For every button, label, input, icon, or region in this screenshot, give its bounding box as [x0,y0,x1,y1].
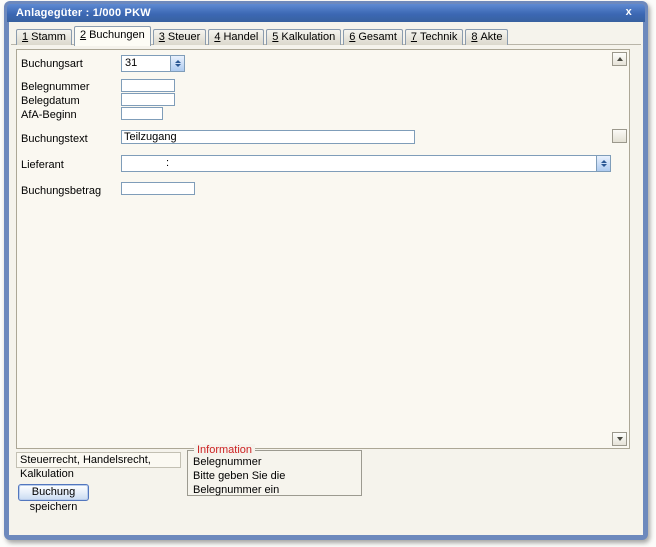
scope-status-text: Steuerrecht, Handelsrecht, Kalkulation [16,452,181,480]
save-booking-button[interactable]: Buchung speichern [18,484,89,513]
booking-form-panel: Buchungsart 31 Belegnummer Belegdatum Af… [16,49,630,449]
tab-accel: 7 [410,31,418,43]
belegdatum-input[interactable] [121,93,175,106]
title-bar: Anlagegüter : 1/000 PKW x [7,4,645,22]
vertical-scrollbar[interactable] [612,52,627,446]
information-groupbox: Information Belegnummer Bitte geben Sie … [187,444,362,496]
tab-accel: 3 [158,31,165,43]
tab-buchungen[interactable]: 2 Buchungen [73,26,151,46]
buchungstext-label: Buchungstext [21,133,88,145]
lieferant-value: : [166,157,170,169]
buchungsart-value: 31 [125,57,138,69]
tab-kalkulation[interactable]: 5 Kalkulation [266,29,342,45]
tab-accel: 1 [22,31,29,43]
afa-beginn-label: AfA-Beginn [21,109,77,121]
belegnummer-input[interactable] [121,79,175,92]
belegdatum-label: Belegdatum [21,95,80,107]
tab-page-buchungen: Buchungsart 31 Belegnummer Belegdatum Af… [11,44,641,534]
tab-accel: 4 [214,31,221,43]
tab-steuer[interactable]: 3 Steuer [152,29,207,45]
tab-accel: 8 [471,31,478,43]
tab-stamm[interactable]: 1 Stamm [16,29,72,45]
window-content: 1 Stamm 2 Buchungen 3 Steuer 4 Handel 5 Kalku… [9,22,643,535]
app-window: Anlagegüter : 1/000 PKW x 1 Stamm 2 Buchun… [4,1,648,540]
information-groupbox-title: Information [194,444,256,456]
lieferant-select[interactable]: : [121,155,611,172]
buchungsbetrag-label: Buchungsbetrag [21,185,102,197]
close-icon[interactable]: x [623,4,635,22]
tab-handel[interactable]: 4 Handel [208,29,265,45]
arrow-down-icon [616,437,623,441]
lieferant-label: Lieferant [21,159,64,171]
tab-label: Gesamt [358,31,397,43]
tab-accel: 2 [79,29,87,41]
tab-label: Stamm [31,31,66,43]
tab-label: Handel [223,31,259,43]
info-line: Bitte geben Sie die Belegnummer ein [193,470,286,496]
tab-strip: 1 Stamm 2 Buchungen 3 Steuer 4 Handel 5 Kalku… [16,26,510,46]
tab-technik[interactable]: 7 Technik [404,29,464,45]
tab-accel: 6 [349,31,356,43]
tab-gesamt[interactable]: 6 Gesamt [343,29,403,45]
tab-accel: 5 [272,31,279,43]
tab-label: Kalkulation [281,31,336,43]
arrow-up-icon [616,57,623,61]
scrollbar-up-button[interactable] [612,52,627,66]
afa-beginn-input[interactable] [121,107,163,120]
belegnummer-label: Belegnummer [21,81,90,93]
buchungsbetrag-input[interactable] [121,182,195,195]
tab-label: Akte [480,31,503,43]
tab-label: Buchungen [89,29,145,41]
scrollbar-thumb[interactable] [612,129,627,143]
chevron-down-icon[interactable] [596,156,610,171]
window-title: Anlagegüter : 1/000 PKW [16,7,151,19]
spinner-icon[interactable] [170,56,184,71]
buchungsart-label: Buchungsart [21,58,83,70]
info-line: Belegnummer [193,456,262,468]
tab-label: Steuer [167,31,201,43]
buchungsart-select[interactable]: 31 [121,55,185,72]
scrollbar-down-button[interactable] [612,432,627,446]
tab-label: Technik [420,31,458,43]
buchungstext-input[interactable] [121,130,415,144]
tab-akte[interactable]: 8 Akte [465,29,509,45]
